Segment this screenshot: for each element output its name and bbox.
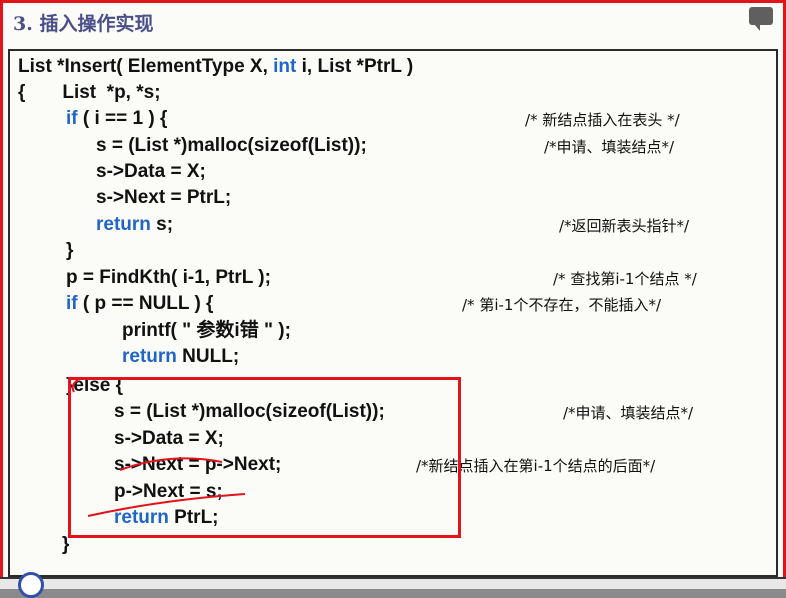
code-comment: /*返回新表头指针*/ bbox=[559, 217, 690, 235]
code-comment: /*申请、填装结点*/ bbox=[544, 138, 675, 156]
code-comment: /* 查找第i-1个结点 */ bbox=[553, 270, 697, 288]
code-line: return s; bbox=[96, 213, 173, 237]
code-text: ( p == NULL ) { bbox=[77, 293, 214, 314]
code-text: s = (List *)malloc(sizeof(List)); bbox=[96, 135, 367, 156]
code-keyword: return bbox=[122, 346, 177, 367]
code-text: s->Data = X; bbox=[96, 161, 206, 182]
code-line: printf( " 参数i错 " ); bbox=[122, 319, 291, 343]
bottom-toolbar-strip bbox=[0, 577, 786, 589]
code-keyword: return bbox=[96, 214, 151, 235]
else-branch-highlight-box bbox=[68, 377, 461, 538]
code-line: s->Next = PtrL; bbox=[96, 186, 231, 210]
code-text: printf( " 参数i错 " ); bbox=[122, 320, 291, 341]
code-line: if ( p == NULL ) { bbox=[66, 292, 213, 316]
code-comment: /* 第i-1个不存在，不能插入*/ bbox=[462, 296, 662, 314]
code-text: i, List *PtrL ) bbox=[296, 56, 414, 77]
code-text: } bbox=[66, 240, 74, 261]
code-line: } bbox=[66, 239, 73, 263]
code-comment: /* 新结点插入在表头 */ bbox=[525, 111, 680, 129]
code-line: { List *p, *s; bbox=[18, 81, 161, 105]
code-line: List *Insert( ElementType X, int i, List… bbox=[18, 55, 413, 79]
code-line: s->Data = X; bbox=[96, 160, 206, 184]
player-logo-icon[interactable] bbox=[18, 572, 44, 598]
code-line: s = (List *)malloc(sizeof(List)); bbox=[96, 134, 367, 158]
slide-heading: 3. 插入操作实现 bbox=[13, 13, 154, 35]
code-text: { List *p, *s; bbox=[18, 82, 161, 103]
code-comment: /*申请、填装结点*/ bbox=[563, 404, 694, 422]
code-text: s->Next = PtrL; bbox=[96, 187, 232, 208]
code-text: p = FindKth( i-1, PtrL ); bbox=[66, 267, 271, 288]
code-line: if ( i == 1 ) { bbox=[66, 107, 167, 131]
code-text: s; bbox=[150, 214, 174, 235]
comment-icon[interactable] bbox=[749, 7, 773, 31]
code-text: NULL; bbox=[176, 346, 240, 367]
code-line: return NULL; bbox=[122, 345, 239, 369]
code-text: ( i == 1 ) { bbox=[77, 108, 168, 129]
code-keyword: int bbox=[273, 56, 297, 77]
code-line: p = FindKth( i-1, PtrL ); bbox=[66, 266, 271, 290]
code-keyword: if bbox=[66, 293, 78, 314]
code-text: List *Insert( ElementType X, bbox=[18, 56, 274, 77]
code-keyword: if bbox=[66, 108, 78, 129]
